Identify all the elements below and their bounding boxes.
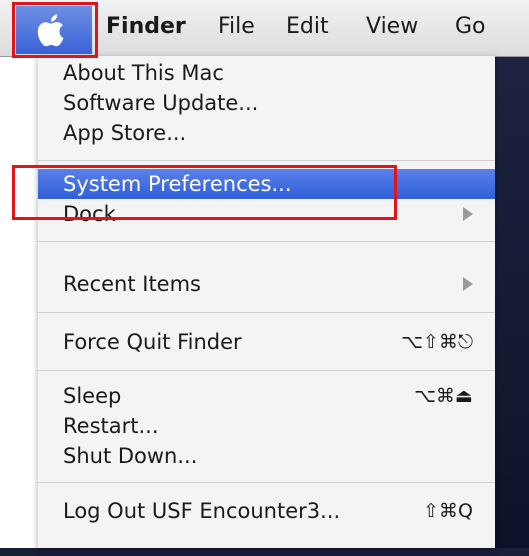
menu-separator: [38, 370, 495, 371]
menu-item-label: Shut Down...: [63, 444, 198, 468]
menu-item-label: About This Mac: [63, 61, 224, 85]
desktop-background: [495, 56, 529, 556]
menubar-edit[interactable]: Edit: [286, 14, 329, 39]
keyboard-shortcut: ⌥⇧⌘⎋: [401, 331, 473, 353]
menu-separator: [38, 482, 495, 483]
menu-item-label: Restart...: [63, 414, 159, 438]
menu-item-shut-down[interactable]: Shut Down...: [38, 441, 495, 471]
menu-item-label: Recent Items: [63, 272, 201, 296]
keyboard-shortcut: ⇧⌘Q: [423, 500, 473, 522]
menu-item-label: App Store...: [63, 121, 187, 145]
menubar-view[interactable]: View: [366, 14, 418, 39]
menu-item-dock[interactable]: Dock: [38, 199, 495, 229]
menu-item-label: Force Quit Finder: [63, 330, 242, 354]
menu-separator: [38, 160, 495, 161]
keyboard-shortcut: ⌥⌘⏏: [414, 385, 473, 407]
menu-item-system-preferences[interactable]: System Preferences...: [38, 169, 495, 199]
menu-item-log-out[interactable]: Log Out USF Encounter3... ⇧⌘Q: [38, 496, 495, 526]
menu-item-app-store[interactable]: App Store...: [38, 118, 495, 148]
menu-separator: [38, 312, 495, 313]
menu-item-label: Log Out USF Encounter3...: [63, 499, 341, 523]
menu-bar: Finder File Edit View Go: [0, 0, 529, 57]
menu-item-software-update[interactable]: Software Update...: [38, 88, 495, 118]
menu-item-label: Dock: [63, 202, 116, 226]
submenu-arrow-icon: [463, 277, 473, 291]
submenu-arrow-icon: [463, 207, 473, 221]
menu-separator: [38, 241, 495, 242]
menu-item-label: Sleep: [63, 384, 122, 408]
apple-icon: [37, 14, 64, 47]
apple-menu-button[interactable]: [16, 6, 92, 54]
menu-item-about-this-mac[interactable]: About This Mac: [38, 58, 495, 88]
menu-item-restart[interactable]: Restart...: [38, 411, 495, 441]
menu-item-label: System Preferences...: [63, 172, 292, 196]
menu-item-sleep[interactable]: Sleep ⌥⌘⏏: [38, 381, 495, 411]
menubar-go[interactable]: Go: [455, 14, 486, 39]
menubar-finder[interactable]: Finder: [106, 14, 186, 39]
desktop-background-bottom: [0, 548, 529, 556]
menu-item-label: Software Update...: [63, 91, 259, 115]
menubar-file[interactable]: File: [218, 14, 255, 39]
menu-item-recent-items[interactable]: Recent Items: [38, 269, 495, 299]
apple-dropdown-menu: About This Mac Software Update... App St…: [38, 56, 495, 548]
menu-item-force-quit[interactable]: Force Quit Finder ⌥⇧⌘⎋: [38, 327, 495, 357]
